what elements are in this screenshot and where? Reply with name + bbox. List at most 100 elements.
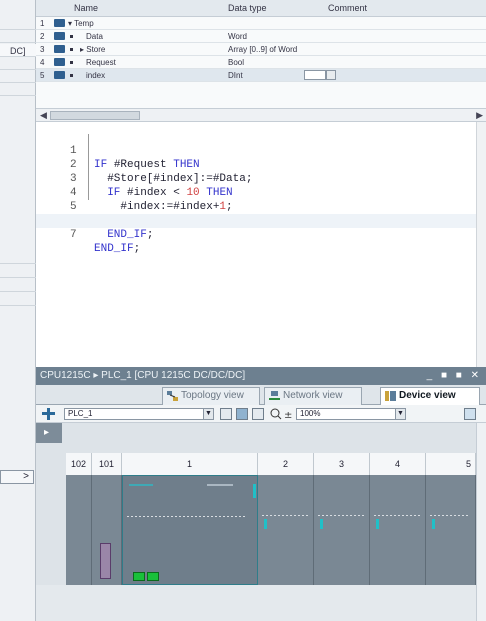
comm-module-slot[interactable] [92, 475, 122, 585]
expand-panel-button[interactable]: > [0, 470, 34, 484]
slot-header: 3 [314, 453, 370, 475]
row-name: Data [86, 32, 103, 41]
table-row[interactable]: 5 index DInt [36, 69, 486, 82]
slot-header: 2 [258, 453, 314, 475]
profinet-port[interactable] [133, 572, 145, 581]
zoom-icon[interactable]: ± [270, 408, 292, 420]
code-line[interactable]: 4 #index:=#index+1; [36, 172, 476, 213]
comm-module-slot[interactable] [66, 475, 92, 585]
tab-network-view[interactable]: Network view [264, 387, 362, 405]
scl-code-editor[interactable]: 1 IF #Request THEN 2 #Store[#index]:=#Da… [36, 122, 486, 367]
column-comment-header[interactable]: Comment [328, 3, 367, 13]
line-number: 7 [70, 229, 77, 241]
table-row[interactable]: 2 Data Word [36, 30, 486, 43]
io-module-slot[interactable] [426, 475, 476, 585]
overview-icon[interactable] [464, 408, 476, 420]
bullet-icon [70, 74, 73, 77]
code-token: ; [146, 229, 154, 241]
row-name: index [86, 71, 106, 80]
row-number: 2 [40, 32, 45, 41]
cpu-module[interactable] [122, 475, 258, 585]
panel-row [0, 250, 36, 264]
datatype-dropdown[interactable] [304, 70, 326, 80]
row-name: Request [86, 58, 116, 67]
selected-module[interactable] [100, 543, 111, 579]
io-module-slot[interactable] [258, 475, 314, 585]
interface-table: Name Data type Comment 1 ▾ Temp 2 Data W… [36, 0, 486, 108]
code-text: END_IF; [94, 242, 140, 256]
module-led [376, 519, 379, 529]
interface-icon [54, 32, 65, 40]
bullet-icon [70, 61, 73, 64]
horizontal-scrollbar[interactable]: ◀ ▶ [36, 108, 486, 122]
bullet-icon [70, 48, 73, 51]
scroll-left-icon[interactable]: ◀ [40, 110, 47, 121]
device-tree-icon[interactable] [42, 408, 55, 420]
scroll-thumb[interactable] [50, 111, 140, 120]
bullet-icon [70, 35, 73, 38]
slot-header: 101 [92, 453, 122, 475]
code-line[interactable]: 5 ELSE #index:=1; [36, 186, 476, 227]
device-toolbar: PLC_1 ▼ ± 100% ▼ [36, 405, 486, 423]
overview-navigation[interactable]: ▸ [36, 423, 62, 443]
keyword-token: END_IF [94, 229, 147, 241]
table-row[interactable]: 4 Request Bool [36, 56, 486, 69]
io-terminals [374, 515, 420, 516]
code-line[interactable]: 2 #Store[#index]:=#Data; [36, 144, 476, 185]
zoom-select[interactable]: 100% ▼ [296, 408, 406, 420]
slot-header: 5 [426, 453, 476, 475]
column-name-header[interactable]: Name [74, 3, 98, 13]
code-line[interactable]: 7 END_IF; [36, 214, 476, 255]
module-led [432, 519, 435, 529]
tab-label: Topology view [181, 390, 244, 401]
cpu-label [207, 484, 233, 486]
keyword-token: END_IF [94, 243, 134, 255]
tab-topology-view[interactable]: Topology view [162, 387, 260, 405]
slot-header: 1 [122, 453, 258, 475]
table-row[interactable]: 1 ▾ Temp [36, 17, 486, 30]
io-terminals [262, 515, 308, 516]
table-row[interactable]: 3 ▸ Store Array [0..9] of Word [36, 43, 486, 56]
device-view-panel: CPU1215C ▸ PLC_1 [CPU 1215C DC/DC/DC] _ … [36, 367, 486, 621]
code-line[interactable]: 3 IF #index < 10 THEN [36, 158, 476, 199]
code-line[interactable]: 1 IF #Request THEN [36, 130, 476, 171]
device-view-titlebar: CPU1215C ▸ PLC_1 [CPU 1215C DC/DC/DC] _ … [36, 367, 486, 385]
tab-device-view[interactable]: Device view [380, 387, 480, 406]
panel-row [0, 70, 36, 83]
window-controls[interactable]: _ ■ ■ ✕ [427, 367, 482, 385]
panel-row [0, 30, 36, 43]
chevron-down-icon: ▼ [203, 409, 213, 419]
device-view-title: CPU1215C ▸ PLC_1 [CPU 1215C DC/DC/DC] [40, 370, 246, 381]
edit-icon[interactable] [236, 408, 248, 420]
row-datatype: Word [228, 32, 247, 41]
chevron-down-icon: ▼ [395, 409, 405, 419]
dropdown-arrow-icon[interactable] [326, 70, 336, 80]
grid-icon[interactable] [252, 408, 264, 420]
canvas-vertical-scrollbar[interactable] [476, 423, 486, 621]
row-number: 1 [40, 19, 45, 28]
interface-icon [54, 19, 65, 27]
slot-header: 4 [370, 453, 426, 475]
interface-icon [54, 71, 65, 79]
truncated-label: DC] [10, 46, 26, 56]
tab-label: Device view [399, 390, 456, 401]
editor-vertical-scrollbar[interactable] [476, 122, 486, 367]
network-icon [269, 391, 280, 400]
profinet-port[interactable] [147, 572, 159, 581]
code-line[interactable]: 6 END_IF; [36, 200, 476, 241]
code-text: END_IF; [94, 228, 153, 242]
io-module-slot[interactable] [314, 475, 370, 585]
column-datatype-header[interactable]: Data type [228, 3, 267, 13]
scroll-right-icon[interactable]: ▶ [476, 110, 483, 121]
module-led [264, 519, 267, 529]
row-datatype: Bool [228, 58, 245, 67]
module-icon[interactable] [220, 408, 232, 420]
io-module-slot[interactable] [370, 475, 426, 585]
io-terminals [127, 516, 247, 517]
interface-icon [54, 58, 65, 66]
rack-canvas[interactable]: ▸ 102 101 1 2 3 4 5 [36, 423, 486, 621]
device-icon [385, 391, 396, 401]
topology-icon [167, 391, 178, 401]
device-select[interactable]: PLC_1 ▼ [64, 408, 214, 420]
row-name: ▸ Store [80, 45, 106, 54]
